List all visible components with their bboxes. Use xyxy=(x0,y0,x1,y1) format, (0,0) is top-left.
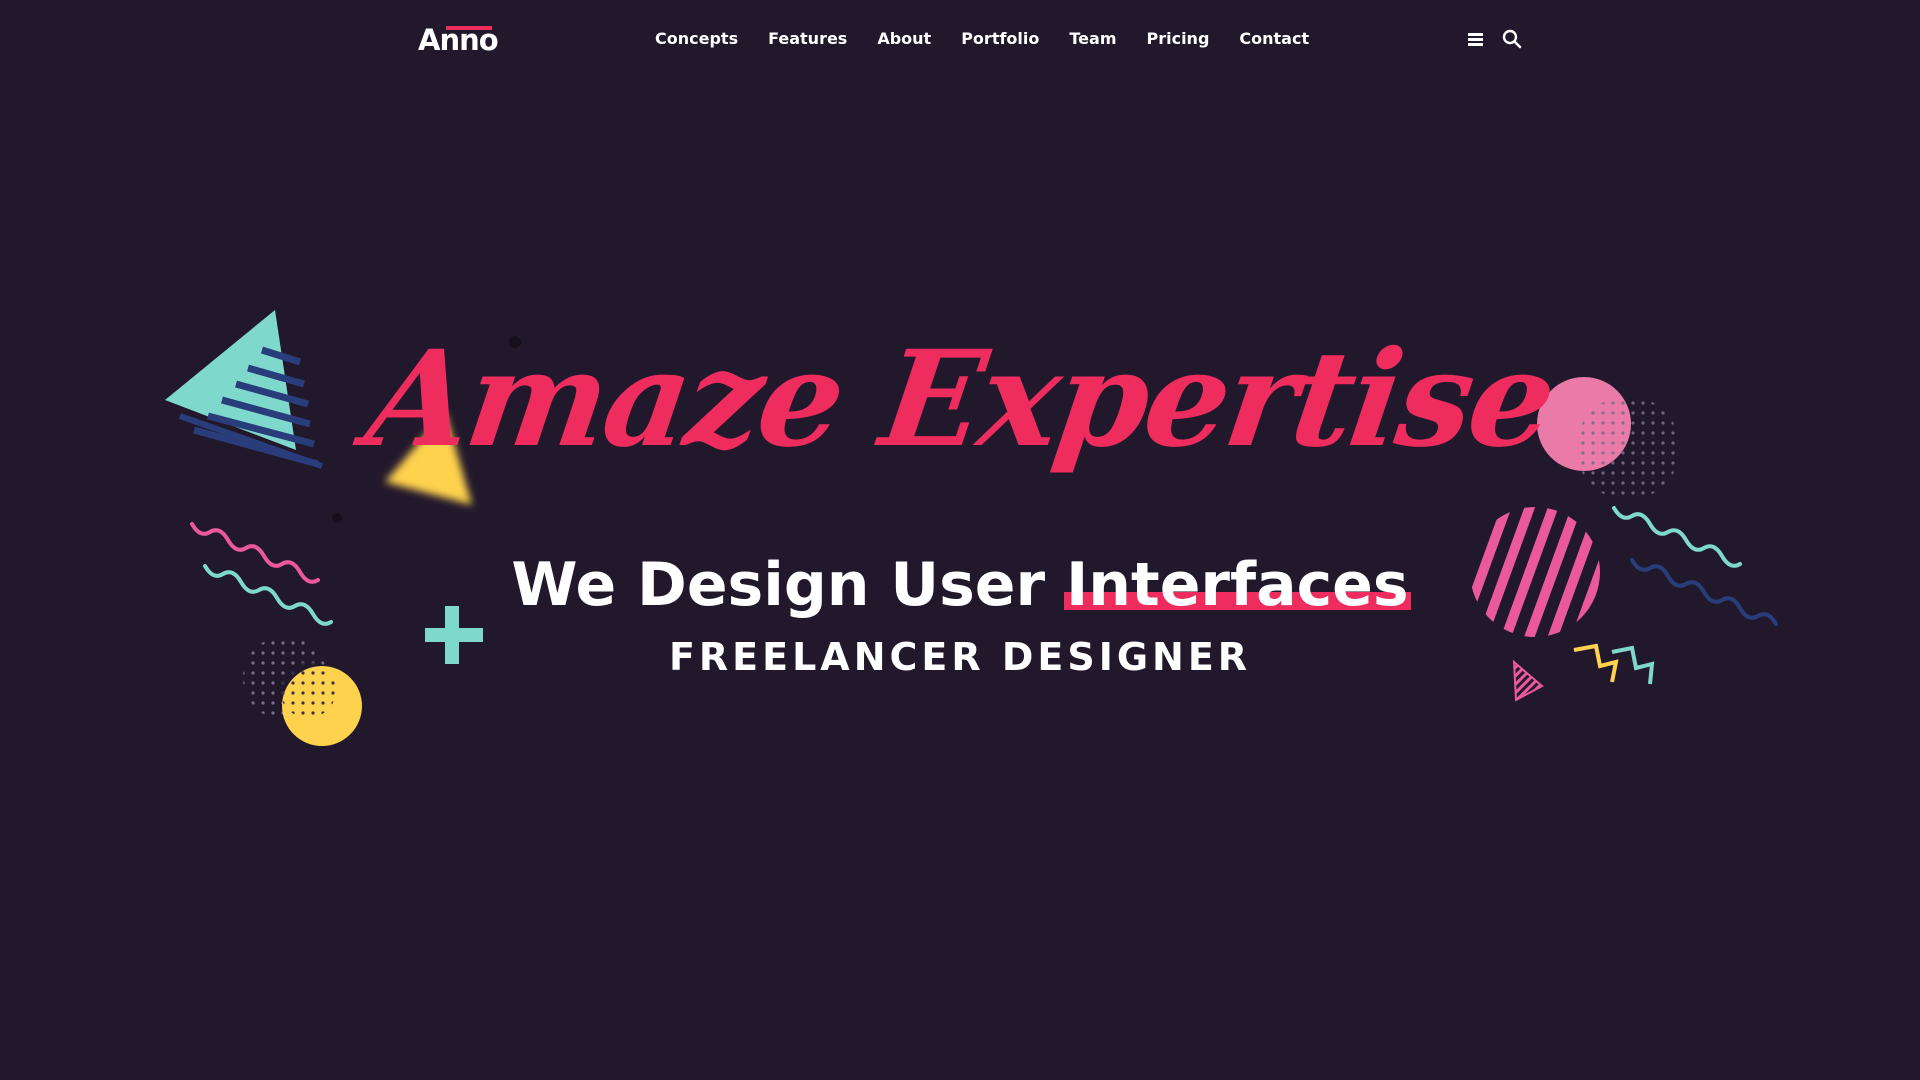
nav-item-about[interactable]: About xyxy=(877,28,931,50)
logo-accent-bar xyxy=(446,26,492,30)
nav-item-contact[interactable]: Contact xyxy=(1239,28,1309,50)
headline-highlight: Interfaces xyxy=(1063,550,1411,620)
nav-item-pricing[interactable]: Pricing xyxy=(1146,28,1209,50)
nav-item-features[interactable]: Features xyxy=(768,28,847,50)
hero-script-title: Amaze Expertise xyxy=(358,322,1562,477)
menu-icon[interactable] xyxy=(1465,28,1487,50)
search-icon[interactable] xyxy=(1501,28,1523,50)
headline-prefix: We Design User xyxy=(511,550,1046,620)
nav-item-portfolio[interactable]: Portfolio xyxy=(961,28,1039,50)
hero-page: Anno Concepts Features About Portfolio T… xyxy=(0,0,1920,1080)
hero-subline: FREELANCER DESIGNER xyxy=(668,635,1252,679)
decorative-shapes xyxy=(165,310,1778,746)
hero-headline: We Design User Interfaces xyxy=(0,548,1920,622)
nav-item-concepts[interactable]: Concepts xyxy=(655,28,738,50)
main-nav: Concepts Features About Portfolio Team P… xyxy=(655,28,1309,50)
nav-item-team[interactable]: Team xyxy=(1069,28,1116,50)
